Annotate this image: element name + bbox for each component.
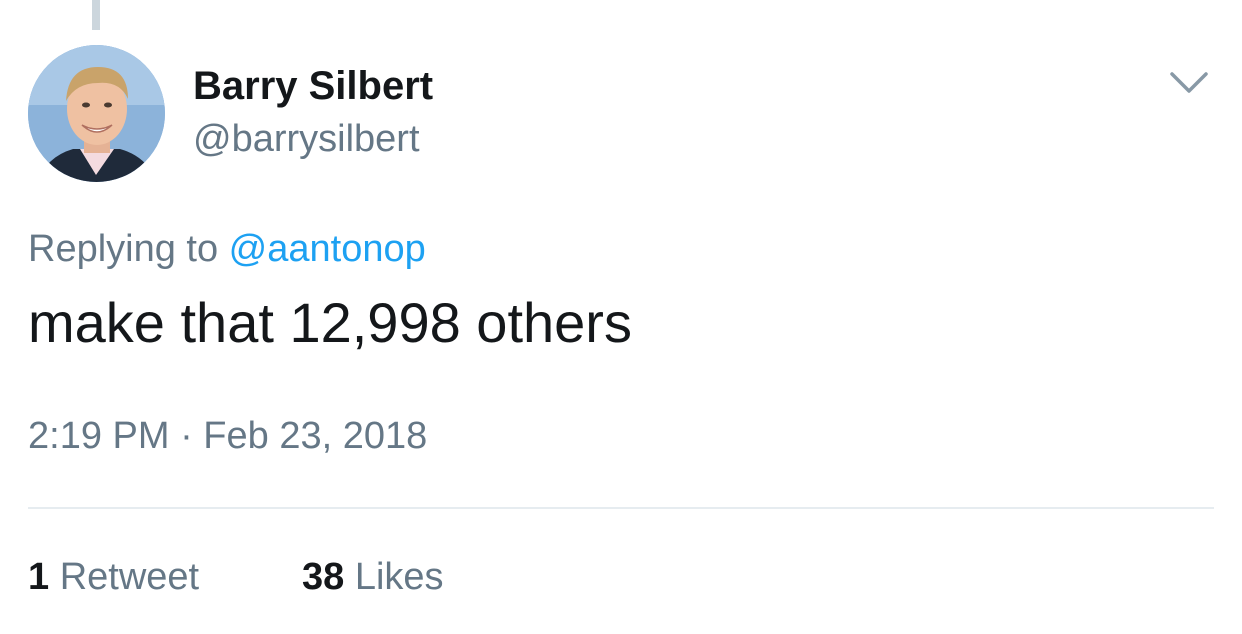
thread-connector-line xyxy=(92,0,100,30)
display-name[interactable]: Barry Silbert xyxy=(193,64,433,109)
user-handle[interactable]: @barrysilbert xyxy=(193,118,420,161)
likes-count: 38 xyxy=(302,556,345,598)
avatar-photo xyxy=(28,45,165,182)
retweets-label: Retweet xyxy=(59,556,200,598)
replying-to-line: Replying to @aantonop xyxy=(28,228,426,271)
retweets-count: 1 xyxy=(28,556,50,598)
tweet-timestamp[interactable]: 2:19 PM · Feb 23, 2018 xyxy=(28,415,427,458)
likes-label: Likes xyxy=(354,556,444,598)
tweet-text: make that 12,998 others xyxy=(28,291,632,354)
avatar[interactable] xyxy=(28,45,165,182)
retweets-stat[interactable]: 1 Retweet xyxy=(28,556,199,599)
reply-mention-link[interactable]: @aantonop xyxy=(229,228,426,270)
divider xyxy=(28,507,1214,509)
likes-stat[interactable]: 38 Likes xyxy=(302,556,444,599)
chevron-down-icon[interactable] xyxy=(1166,62,1212,102)
replying-to-prefix: Replying to xyxy=(28,228,229,270)
